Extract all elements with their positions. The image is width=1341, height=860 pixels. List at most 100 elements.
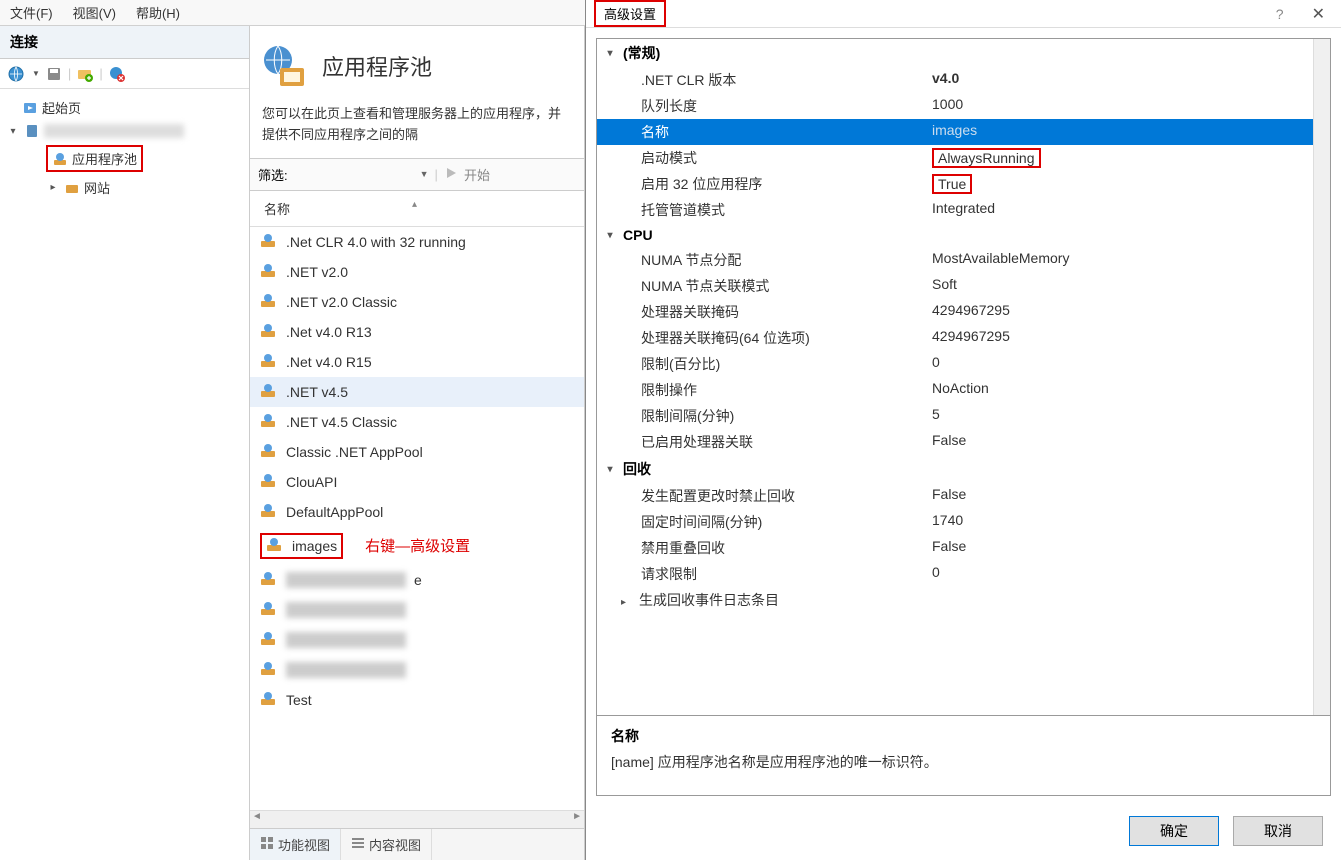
menu-view[interactable]: 视图(V) (73, 3, 116, 22)
feature-view-icon (260, 836, 274, 853)
pool-name: Test (286, 692, 312, 708)
pool-icon (260, 293, 278, 311)
prop-label: 启动模式 (597, 148, 932, 168)
help-icon[interactable]: ? (1276, 6, 1284, 22)
prop-queue-length[interactable]: 队列长度1000 (597, 93, 1313, 119)
horizontal-scrollbar[interactable] (250, 810, 584, 828)
prop-limit-pct[interactable]: 限制(百分比)0 (597, 351, 1313, 377)
prop-value: MostAvailableMemory (932, 250, 1313, 270)
prop-affinity-mask[interactable]: 处理器关联掩码4294967295 (597, 299, 1313, 325)
start-icon[interactable] (444, 166, 458, 183)
tree-app-pools[interactable]: 应用程序池 (2, 142, 247, 175)
chevron-right-icon[interactable]: ▸ (621, 597, 635, 608)
content-view-icon (351, 836, 365, 853)
ok-button[interactable]: 确定 (1129, 816, 1219, 846)
filter-dropdown-icon[interactable]: ▼ (420, 169, 429, 179)
prop-value: False (932, 432, 1313, 452)
cancel-button[interactable]: 取消 (1233, 816, 1323, 846)
pool-name-blurred (286, 602, 406, 618)
expand-icon[interactable]: ▸ (46, 181, 60, 195)
tree-start-page[interactable]: 起始页 (2, 95, 247, 120)
expand-icon[interactable]: ▾ (6, 124, 20, 138)
globe-remove-icon[interactable] (107, 64, 127, 84)
group-general-label: (常规) (623, 43, 660, 63)
chevron-down-icon[interactable]: ▾ (603, 48, 617, 59)
globe-icon[interactable] (6, 64, 26, 84)
prop-recycle-cfg[interactable]: 发生配置更改时禁止回收False (597, 483, 1313, 509)
menu-help[interactable]: 帮助(H) (136, 3, 180, 22)
start-label[interactable]: 开始 (464, 165, 490, 184)
pool-item[interactable]: .NET v2.0 Classic (250, 287, 584, 317)
prop-recycle-events[interactable]: ▸生成回收事件日志条目 (597, 587, 1313, 613)
prop-value: 0 (932, 564, 1313, 584)
pool-item[interactable]: .Net CLR 4.0 with 32 running (250, 227, 584, 257)
prop-recycle-time[interactable]: 固定时间间隔(分钟)1740 (597, 509, 1313, 535)
pool-item[interactable]: .NET v2.0 (250, 257, 584, 287)
prop-value: Integrated (932, 200, 1313, 220)
pool-icon (260, 263, 278, 281)
prop-recycle-overlap[interactable]: 禁用重叠回收False (597, 535, 1313, 561)
prop-label: 发生配置更改时禁止回收 (597, 486, 932, 506)
tab-content-view[interactable]: 内容视图 (341, 829, 432, 860)
pool-item[interactable]: .NET v4.5 Classic (250, 407, 584, 437)
connections-toolbar: ▼ | | (0, 59, 249, 89)
prop-start-mode[interactable]: 启动模式AlwaysRunning (597, 145, 1313, 171)
group-cpu[interactable]: ▾ CPU (597, 223, 1313, 247)
pool-item[interactable]: Classic .NET AppPool (250, 437, 584, 467)
prop-numa-affinity[interactable]: NUMA 节点关联模式Soft (597, 273, 1313, 299)
list-header-name[interactable]: 名称 (250, 191, 584, 227)
vertical-scrollbar[interactable] (1313, 39, 1330, 715)
pool-icon (260, 383, 278, 401)
prop-net-clr[interactable]: .NET CLR 版本v4.0 (597, 67, 1313, 93)
pool-item[interactable]: .Net v4.0 R15 (250, 347, 584, 377)
prop-recycle-requests[interactable]: 请求限制0 (597, 561, 1313, 587)
pool-name-blurred (286, 632, 406, 648)
prop-value: AlwaysRunning (932, 148, 1041, 168)
prop-affinity-mask64[interactable]: 处理器关联掩码(64 位选项)4294967295 (597, 325, 1313, 351)
prop-limit-action[interactable]: 限制操作NoAction (597, 377, 1313, 403)
pool-icon (260, 631, 278, 649)
group-general[interactable]: ▾ (常规) (597, 39, 1313, 67)
prop-label: 限制操作 (597, 380, 932, 400)
tree-server[interactable]: ▾ (2, 120, 247, 142)
pool-name: .NET v2.0 Classic (286, 294, 397, 310)
chevron-down-icon[interactable]: ▾ (603, 464, 617, 475)
menu-file[interactable]: 文件(F) (10, 3, 53, 22)
prop-label: 已启用处理器关联 (597, 432, 932, 452)
tab-feature-label: 功能视图 (278, 835, 330, 854)
pool-item-images[interactable]: images 右键—高级设置 (250, 527, 584, 565)
prop-numa-alloc[interactable]: NUMA 节点分配MostAvailableMemory (597, 247, 1313, 273)
tree-sites[interactable]: ▸ 网站 (2, 175, 247, 200)
prop-value: NoAction (932, 380, 1313, 400)
pool-item-blurred[interactable] (250, 625, 584, 655)
pool-item[interactable]: .NET v4.5 (250, 377, 584, 407)
prop-name[interactable]: 名称images (597, 119, 1313, 145)
filter-input[interactable] (294, 167, 414, 182)
close-icon[interactable]: ✕ (1304, 4, 1333, 24)
prop-label: 处理器关联掩码(64 位选项) (597, 328, 932, 348)
prop-affinity-enabled[interactable]: 已启用处理器关联False (597, 429, 1313, 455)
save-icon[interactable] (44, 64, 64, 84)
pool-name: .Net v4.0 R15 (286, 354, 372, 370)
server-icon (24, 123, 40, 139)
folder-add-icon[interactable] (75, 64, 95, 84)
chevron-down-icon[interactable]: ▾ (603, 230, 617, 241)
group-cpu-label: CPU (623, 227, 653, 243)
pool-item[interactable]: .Net v4.0 R13 (250, 317, 584, 347)
prop-pipeline[interactable]: 托管管道模式Integrated (597, 197, 1313, 223)
tab-feature-view[interactable]: 功能视图 (250, 829, 341, 860)
tree-start-page-label: 起始页 (42, 98, 81, 117)
group-recycle[interactable]: ▾回收 (597, 455, 1313, 483)
pool-item[interactable]: ClouAPI (250, 467, 584, 497)
description-title: 名称 (611, 726, 1316, 746)
pool-item-blurred[interactable]: e (250, 565, 584, 595)
pool-item[interactable]: DefaultAppPool (250, 497, 584, 527)
dropdown-arrow-icon[interactable]: ▼ (32, 69, 40, 78)
prop-value: 4294967295 (932, 302, 1313, 322)
pool-item-blurred[interactable] (250, 655, 584, 685)
property-grid-scroll[interactable]: ▾(常规) .NET CLR 版本v4.0 队列长度1000 名称images … (597, 39, 1313, 715)
pool-item[interactable]: Test (250, 685, 584, 715)
pool-item-blurred[interactable] (250, 595, 584, 625)
prop-enable-32bit[interactable]: 启用 32 位应用程序True (597, 171, 1313, 197)
prop-limit-interval[interactable]: 限制间隔(分钟)5 (597, 403, 1313, 429)
